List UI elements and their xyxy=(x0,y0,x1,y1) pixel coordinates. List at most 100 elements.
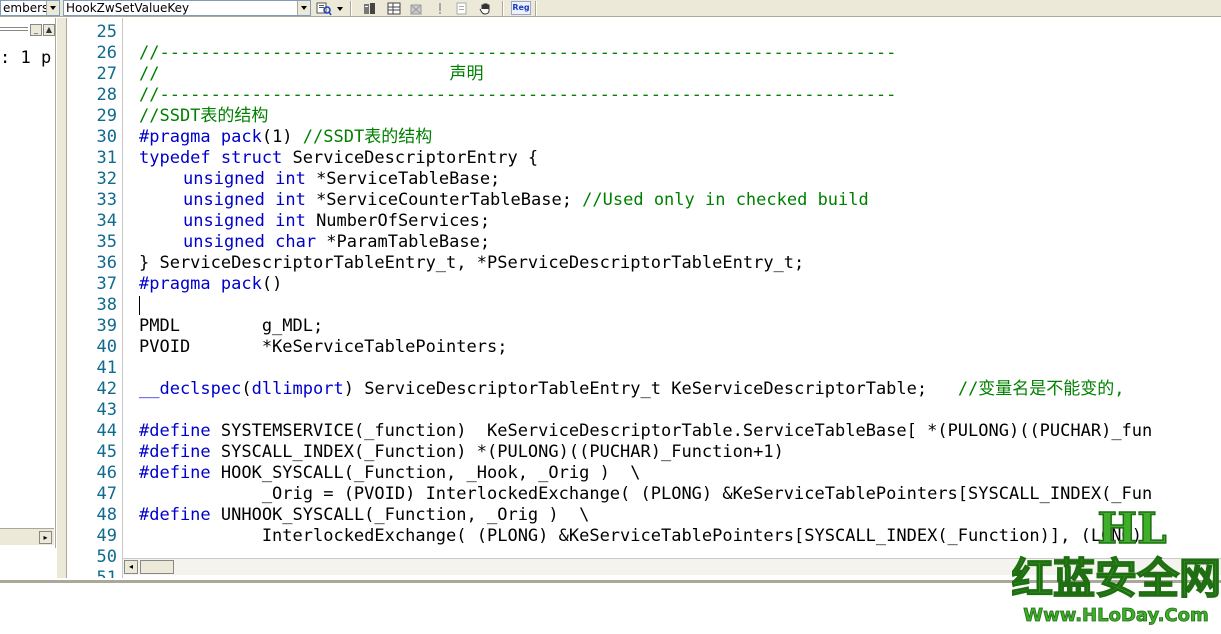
code-text: NumberOfServices; xyxy=(305,211,491,231)
chevron-down-icon[interactable] xyxy=(335,1,345,16)
keyword: #pragma pack xyxy=(139,274,262,294)
line-number: 45 xyxy=(96,442,117,462)
comment-slashes: // xyxy=(139,64,160,84)
line-number: 40 xyxy=(96,337,117,357)
code-line-33: unsigned int *ServiceCounterTableBase; /… xyxy=(183,190,869,211)
books-icon[interactable] xyxy=(362,1,378,16)
code-line-40: PVOID *KeServiceTablePointers; xyxy=(139,337,508,357)
line-number: 43 xyxy=(96,400,117,420)
keyword: #define xyxy=(139,421,211,441)
pin-icon[interactable]: ▲ xyxy=(43,24,55,36)
code-text: *ServiceTableBase; xyxy=(305,169,501,189)
table-icon[interactable] xyxy=(386,1,402,16)
comment: //Used only in checked build xyxy=(582,190,869,210)
keyword: #define xyxy=(139,463,211,483)
code-text: (1) xyxy=(261,127,303,147)
members-combo[interactable]: embers xyxy=(0,0,60,16)
code-line-28: //--------------------------------------… xyxy=(139,85,897,105)
line-number: 31 xyxy=(96,148,117,168)
keyword: #pragma pack xyxy=(139,127,262,147)
section-heading-comment: 声明 xyxy=(449,64,484,84)
logo-text: HL xyxy=(1097,505,1166,553)
hand-icon[interactable] xyxy=(478,1,494,16)
code-line-47: _Orig = (PVOID) InterlockedExchange( (PL… xyxy=(139,484,1153,504)
comment: //SSDT表的结构 xyxy=(302,127,433,147)
code-line-48: #define UNHOOK_SYSCALL(_Function, _Orig … xyxy=(139,505,589,526)
toolbar: embers HookZwSetValueKey Reg xyxy=(0,0,1221,17)
line-number: 42 xyxy=(96,379,117,399)
delete-icon[interactable] xyxy=(408,1,424,16)
site-url: Www.HLoDay.Com xyxy=(1023,605,1208,626)
code-line-26: //--------------------------------------… xyxy=(139,43,897,63)
code-text: SYSCALL_INDEX(_Function) *(PULONG)((PUCH… xyxy=(210,442,784,462)
function-combo[interactable]: HookZwSetValueKey xyxy=(63,0,311,16)
splitter[interactable] xyxy=(57,18,67,578)
line-number: 44 xyxy=(96,421,117,441)
line-number: 26 xyxy=(96,43,117,63)
members-combo-value: embers xyxy=(3,1,49,15)
line-number: 47 xyxy=(96,484,117,504)
keyword: dllimport xyxy=(251,379,344,399)
code-line-46: #define HOOK_SYSCALL(_Function, _Hook, _… xyxy=(139,463,641,484)
code-editor[interactable]: 25 26 27 28 29 30 31 32 33 34 35 36 37 3… xyxy=(68,18,1221,578)
keyword: __declspec xyxy=(139,379,242,399)
document-icon[interactable] xyxy=(454,1,470,16)
code-line-35: unsigned char *ParamTableBase; xyxy=(183,232,490,253)
scrollbar-thumb[interactable] xyxy=(140,560,174,574)
code-line-36: } ServiceDescriptorTableEntry_t, *PServi… xyxy=(139,253,805,273)
line-number: 37 xyxy=(96,274,117,294)
keyword: typedef struct xyxy=(139,148,283,168)
line-number: 50 xyxy=(96,547,117,567)
code-line-34: unsigned int NumberOfServices; xyxy=(183,211,490,232)
line-number: 27 xyxy=(96,64,117,84)
line-number: 41 xyxy=(96,358,117,378)
scroll-left-icon[interactable]: ◂ xyxy=(124,560,138,574)
line-number: 36 xyxy=(96,253,117,273)
line-number: 25 xyxy=(96,22,117,42)
line-number: 35 xyxy=(96,232,117,252)
line-number-gutter: 25 26 27 28 29 30 31 32 33 34 35 36 37 3… xyxy=(68,18,123,578)
line-number: 30 xyxy=(96,127,117,147)
code-line-29: //SSDT表的结构 xyxy=(139,106,269,126)
code-line-39: PMDL g_MDL; xyxy=(139,316,324,336)
exclamation-icon[interactable] xyxy=(432,1,448,16)
keyword: #define xyxy=(139,442,211,462)
code-text: HOOK_SYSCALL(_Function, _Hook, _Orig ) \ xyxy=(210,463,641,483)
scroll-right-icon[interactable]: ▸ xyxy=(39,531,52,544)
keyword: unsigned int xyxy=(183,190,306,210)
site-name: 红蓝安全网 xyxy=(1012,554,1221,603)
minimize-icon[interactable]: _ xyxy=(30,24,42,36)
symbol-pane-text: : 1 p xyxy=(0,48,52,68)
pane-grip[interactable] xyxy=(0,27,28,31)
code-text: ) ServiceDescriptorTableEntry_t KeServic… xyxy=(343,379,958,399)
registry-button[interactable]: Reg xyxy=(511,1,531,15)
line-number: 34 xyxy=(96,211,117,231)
symbol-pane-header: _ ▲ xyxy=(0,24,56,36)
code-line-42: __declspec(dllimport) ServiceDescriptorT… xyxy=(139,379,1125,400)
code-text: () xyxy=(261,274,283,294)
code-line-37: #pragma pack() xyxy=(139,274,282,295)
code-line-30: #pragma pack(1) //SSDT表的结构 xyxy=(139,127,432,148)
symbol-pane: _ ▲ : 1 p ▸ xyxy=(0,18,56,548)
text-caret xyxy=(139,296,140,315)
keyword: unsigned int xyxy=(183,169,306,189)
line-number: 49 xyxy=(96,526,117,546)
code-line-44: #define SYSTEMSERVICE(_function) KeServi… xyxy=(139,421,1152,442)
symbol-pane-scrollbar[interactable]: ▸ xyxy=(0,528,54,545)
line-number: 38 xyxy=(96,295,117,315)
function-combo-value: HookZwSetValueKey xyxy=(66,1,190,15)
toolbar-separator xyxy=(502,1,504,16)
toolbar-separator xyxy=(350,1,352,16)
code-text: ServiceDescriptorEntry { xyxy=(282,148,539,168)
line-number: 51 xyxy=(96,568,117,578)
line-number: 48 xyxy=(96,505,117,525)
chevron-down-icon[interactable] xyxy=(297,1,310,15)
search-symbol-icon[interactable] xyxy=(316,1,332,16)
site-watermark-logo: HL 红蓝安全网 Www.HLoDay.Com xyxy=(1010,503,1221,634)
line-number: 33 xyxy=(96,190,117,210)
comment: //变量名是不能变的, xyxy=(957,379,1125,399)
code-text: *ServiceCounterTableBase; xyxy=(305,190,583,210)
chevron-down-icon[interactable] xyxy=(46,1,59,15)
code-line-32: unsigned int *ServiceTableBase; xyxy=(183,169,500,190)
line-number: 29 xyxy=(96,106,117,126)
